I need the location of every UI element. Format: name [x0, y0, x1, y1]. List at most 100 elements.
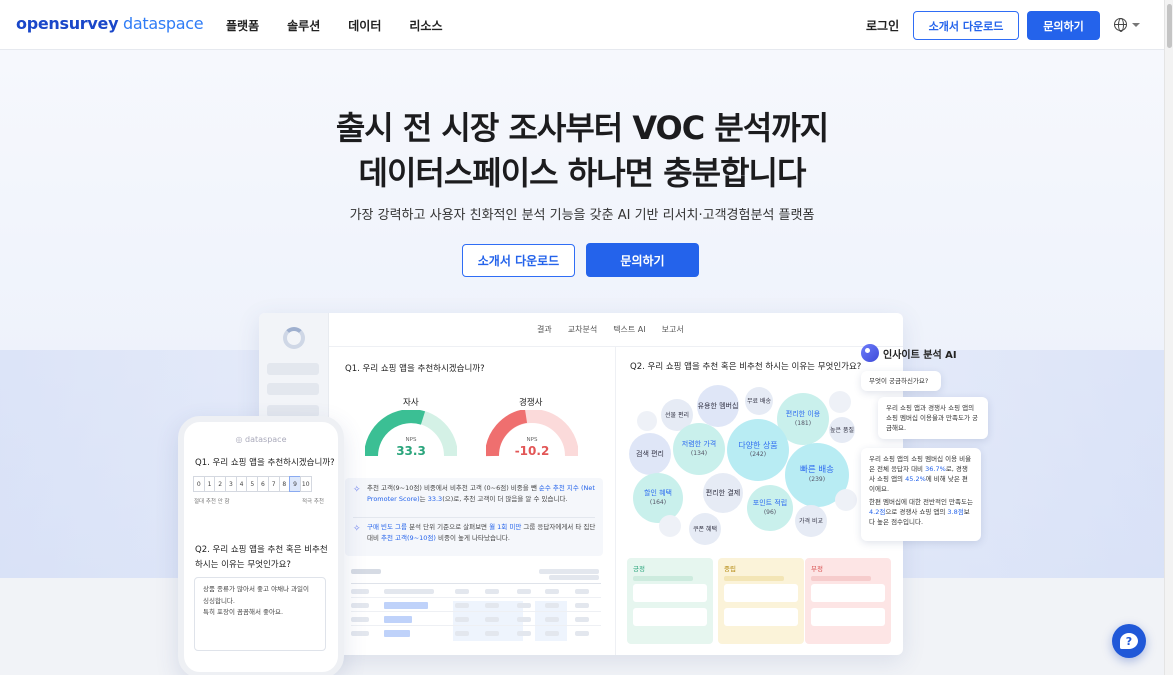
- table-cell: [485, 631, 499, 636]
- scale-high-label: 적극 추천: [302, 499, 324, 505]
- sentiment-card: [633, 608, 707, 626]
- gauge-competitor-value: -10.2: [514, 444, 550, 458]
- table-cell: [575, 589, 589, 594]
- nav-contact-button[interactable]: 문의하기: [1027, 11, 1100, 40]
- gauge-self-value: 33.3: [396, 444, 426, 458]
- table-bar: [384, 616, 412, 623]
- tab-report[interactable]: 보고서: [662, 324, 684, 335]
- ai-assistant-icon: [861, 344, 879, 362]
- sentiment-positive-label: 긍정: [633, 565, 645, 573]
- hero-title-line2: 데이터스페이스 하나면 충분합니다: [358, 154, 807, 192]
- bubble-small: [659, 515, 681, 537]
- scale-low-label: 절대 추천 안 함: [194, 499, 230, 505]
- hero-subtitle: 가장 강력하고 사용자 친화적인 분석 기능을 갖춘 AI 기반 리서치·고객경…: [349, 208, 815, 223]
- phone-mockup: ◎ dataspace Q1. 우리 쇼핑 앱을 추천하시겠습니까? 0 1 2…: [178, 416, 344, 675]
- gauge-self-nps-label: NPS: [405, 437, 417, 443]
- table-cell: [575, 631, 589, 636]
- hero-download-button[interactable]: 소개서 다운로드: [462, 244, 575, 277]
- table-cell: [351, 617, 369, 622]
- bubble-points: 포인트 적립 (96): [747, 485, 793, 531]
- help-chat-button[interactable]: ?: [1112, 624, 1146, 658]
- bubble-free-shipping: 무료 배송: [745, 387, 773, 415]
- menu-item-resources[interactable]: 리소스: [409, 17, 442, 34]
- table-cell: [455, 603, 469, 608]
- nav-download-button[interactable]: 소개서 다운로드: [913, 11, 1019, 40]
- chevron-down-icon[interactable]: [1132, 23, 1140, 27]
- table-cell: [351, 603, 369, 608]
- phone-question-2: Q2. 우리 쇼핑 앱을 추천 혹은 비추천 하시는 이유는 무엇인가요?: [195, 545, 328, 570]
- table-cell: [485, 617, 499, 622]
- table-cell: [545, 631, 559, 636]
- main-menu: 플랫폼 솔루션 데이터 리소스: [226, 17, 443, 34]
- hero-title-line1: 출시 전 시장 조사부터 VOC 분석까지: [335, 109, 829, 147]
- table-cell: [455, 589, 469, 594]
- table-cell: [455, 617, 469, 622]
- menu-item-data[interactable]: 데이터: [348, 17, 381, 34]
- tab-results[interactable]: 결과: [537, 324, 552, 335]
- gauge-competitor-nps-label: NPS: [526, 437, 538, 443]
- sentiment-card: [724, 608, 798, 626]
- sentiment-card: [724, 584, 798, 602]
- answer-line: 싱싱합니다.: [203, 596, 235, 605]
- sentiment-neutral-label: 중립: [724, 565, 736, 573]
- ai-panel-title-text: 인사이트 분석 AI: [883, 349, 957, 361]
- sparkle-icon: ✧: [353, 485, 361, 495]
- globe-icon[interactable]: [1114, 18, 1127, 32]
- scale-option[interactable]: 10: [299, 476, 312, 492]
- gauge-competitor-label: 경쟁사: [519, 398, 543, 408]
- divider: [353, 517, 595, 518]
- sentiment-card: [811, 608, 885, 626]
- scrollbar[interactable]: [1164, 0, 1173, 675]
- question-icon: ?: [1120, 633, 1138, 649]
- dashboard-logo-icon: [283, 327, 305, 349]
- table-cell: [517, 603, 531, 608]
- phone-question-1: Q1. 우리 쇼핑 앱을 추천하시겠습니까?: [195, 458, 335, 468]
- insight-text-2: 구매 빈도 그룹 분석 단위 기준으로 살펴보면 월 1회 미만 그룹 응답자에…: [367, 523, 596, 542]
- table-cell: [517, 631, 531, 636]
- table-cell: [384, 589, 434, 594]
- question-2-title: Q2. 우리 쇼핑 앱을 추천 혹은 비추천 하시는 이유는 무엇인가요?: [630, 362, 862, 372]
- bubble-membership: 유용한 멤버십: [697, 385, 739, 427]
- hero-contact-button[interactable]: 문의하기: [586, 243, 699, 277]
- scrollbar-thumb[interactable]: [1167, 4, 1172, 48]
- ai-prompt-bubble: 무엇이 궁금하신가요?: [861, 371, 941, 391]
- table-cell: [545, 603, 559, 608]
- menu-item-platform[interactable]: 플랫폼: [226, 17, 259, 34]
- sentiment-negative-column: 부정: [805, 558, 891, 644]
- sentiment-card: [633, 584, 707, 602]
- logo-word-dataspace: dataspace: [118, 14, 204, 33]
- site-logo[interactable]: opensurvey dataspace: [16, 14, 204, 33]
- table-cell: [575, 617, 589, 622]
- table-header-placeholder: [539, 569, 599, 574]
- table-header-placeholder: [351, 569, 381, 574]
- sentiment-negative-label: 부정: [811, 565, 823, 573]
- tab-text-ai[interactable]: 텍스트 AI: [613, 324, 645, 335]
- bubble-low-price: 저렴한 가격 (134): [673, 423, 725, 475]
- bubble-search: 검색 편리: [629, 433, 671, 475]
- table-bar: [384, 602, 428, 609]
- bubble-small: [637, 411, 657, 431]
- dashboard-mockup: 결과 교차분석 텍스트 AI 보고서 Q1. 우리 쇼핑 앱을 추천하시겠습니까…: [259, 313, 903, 655]
- table-cell: [485, 589, 499, 594]
- table-cell: [517, 589, 531, 594]
- menu-item-solution[interactable]: 솔루션: [287, 17, 320, 34]
- bubble-small: [829, 391, 851, 413]
- bubble-payment: 편리한 결제: [703, 473, 743, 513]
- tab-cross-analysis[interactable]: 교차분석: [568, 324, 597, 335]
- insight-box: ✧ 추천 고객(9~10점) 비중에서 비추천 고객 (0~6점) 비중을 뺀 …: [345, 478, 603, 556]
- ai-answer-paragraph-2: 한편 멤버십에 대한 전반적인 만족도는 4.2점으로 경쟁사 쇼핑 앱의 3.…: [869, 498, 973, 526]
- sentiment-card: [811, 584, 885, 602]
- phone-answer-textarea[interactable]: 상품 종류가 많아서 좋고 야채나 과일이 싱싱합니다. 특히 포장이 꼼꼼해서…: [194, 577, 326, 651]
- insight-text-1: 추천 고객(9~10점) 비중에서 비추천 고객 (0~6점) 비중을 뺀 순수…: [367, 484, 595, 503]
- ai-panel-title: 인사이트 분석 AI: [861, 344, 957, 362]
- table-cell: [485, 603, 499, 608]
- sidebar-placeholder: [267, 383, 319, 395]
- bubble-price-compare: 가격 비교: [795, 505, 827, 537]
- table-cell: [545, 617, 559, 622]
- nps-scale: 0 1 2 3 4 5 6 7 8 9 10: [193, 476, 312, 492]
- table-row: [351, 583, 601, 584]
- login-link[interactable]: 로그인: [866, 17, 899, 34]
- divider: [329, 346, 903, 347]
- ai-answer-bubble: 우리 쇼핑 앱의 쇼핑 멤버십 이용 비율은 전체 응답자 대비 36.7%로,…: [861, 448, 981, 541]
- divider: [615, 347, 616, 655]
